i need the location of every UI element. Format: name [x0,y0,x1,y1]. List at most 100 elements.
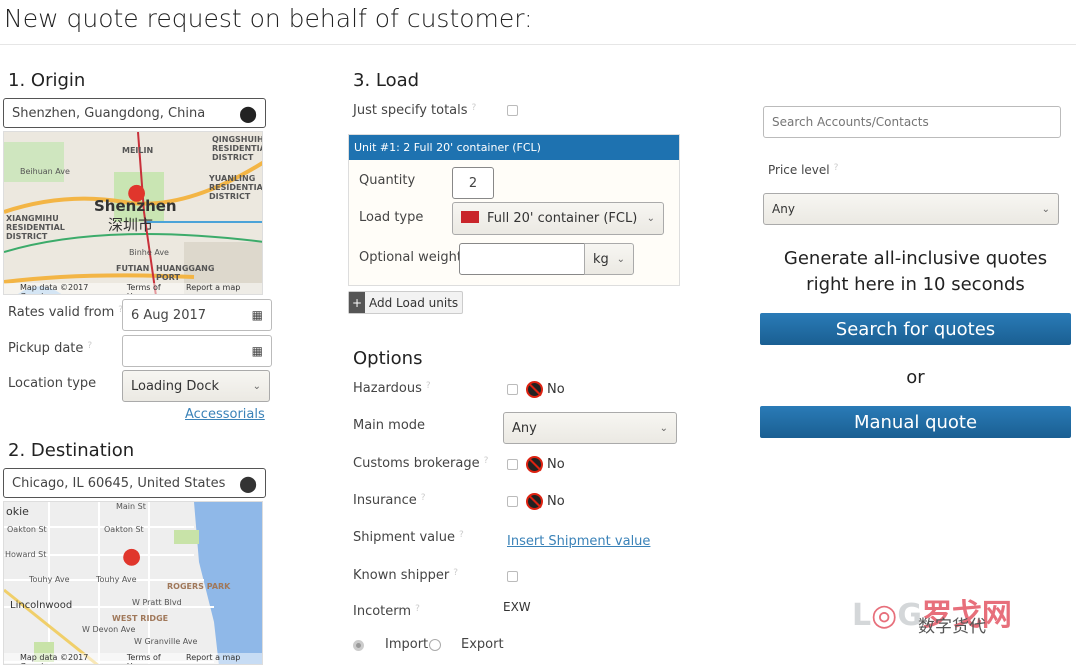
map-label: W Devon Ave [82,625,136,634]
rates-valid-from-input[interactable]: 6 Aug 2017 ▦ [122,299,272,331]
insert-shipment-value-link[interactable]: Insert Shipment value [507,534,650,549]
destination-heading: 2. Destination [8,440,135,461]
help-icon: ? [87,341,93,351]
rates-valid-label: Rates valid from? [8,305,124,320]
just-specify-totals-label: Just specify totals? [353,103,477,118]
load-unit-panel: Unit #1: 2 Full 20' container (FCL) Quan… [348,134,680,286]
price-level-select[interactable]: Any ⌄ [763,193,1059,225]
hazardous-label: Hazardous? [353,381,431,396]
search-accounts-input[interactable] [763,106,1061,138]
load-type-label: Load type [359,210,424,225]
incoterm-value: EXW [503,600,531,614]
destination-address-input[interactable]: Chicago, IL 60645, United States ⬤ [3,468,266,498]
unit-header[interactable]: Unit #1: 2 Full 20' container (FCL) [349,135,679,160]
divider [0,44,1076,45]
map-label: HUANGGANG PORT [156,264,215,282]
map-label: ROGERS PARK [167,582,231,591]
hazardous-checkbox[interactable] [507,384,518,395]
main-mode-select[interactable]: Any ⌄ [503,412,677,444]
page-title: New quote request on behalf of customer: [4,4,533,33]
manual-quote-button[interactable]: Manual quote [760,406,1071,438]
chevron-down-icon: ⌄ [646,213,655,224]
main-mode-label: Main mode [353,418,426,433]
map-label: Beihuan Ave [20,167,70,176]
map-pin-icon[interactable]: ⬤ [239,474,257,493]
pickup-date-label: Pickup date? [8,341,93,356]
insurance-label: Insurance? [353,493,426,508]
shipment-value-label: Shipment value? [353,530,464,545]
price-level-label: Price level? [768,163,839,177]
map-label: Touhy Ave [29,575,70,584]
weight-input[interactable] [459,243,585,275]
map-label: Lincolnwood [10,600,73,611]
container-icon [461,211,479,223]
incoterm-label: Incoterm? [353,604,420,619]
map-label: Howard St [5,550,47,559]
location-type-select[interactable]: Loading Dock ⌄ [122,370,270,402]
origin-heading: 1. Origin [8,70,86,91]
location-type-label: Location type [8,376,97,391]
map-label: MEILIN [122,146,154,155]
calendar-icon[interactable]: ▦ [252,308,263,322]
origin-map[interactable]: QINGSHUIHE RESIDENTIAL DISTRICT MEILIN B… [3,131,263,295]
export-radio[interactable] [429,639,441,651]
destination-map[interactable]: okie Main St Oakton St Oakton St Howard … [3,501,263,665]
plus-icon: + [349,292,365,313]
origin-address-value: Shenzhen, Guangdong, China [12,105,206,121]
quantity-label: Quantity [359,173,416,188]
map-data-text: Map data ©2017 Google [20,283,89,294]
map-footer: Map data ©2017 Google Terms of Use Repor… [4,653,262,664]
customs-checkbox[interactable] [507,459,518,470]
or-text: or [906,367,925,388]
weight-label: Optional weight [359,250,462,265]
pickup-date-input[interactable]: ▦ [122,335,272,367]
map-marker-icon: ● [127,180,147,205]
terms-link[interactable]: Terms of Use [127,283,178,294]
help-icon: ? [471,103,477,113]
map-label: 深圳市 [108,216,154,234]
search-for-quotes-button[interactable]: Search for quotes [760,313,1071,345]
map-label: Binhe Ave [129,248,169,257]
map-label: YUANLING RESIDENTIAL DISTRICT [209,174,263,201]
report-error-link[interactable]: Report a map error [186,283,262,294]
watermark-caption: 数字货代 [918,617,986,637]
calendar-icon[interactable]: ▦ [252,344,263,358]
map-pin-icon[interactable]: ⬤ [239,104,257,123]
terms-link[interactable]: Terms of Use [127,653,178,664]
no-customs-icon [526,456,543,473]
map-label: Oakton St [104,525,144,534]
map-label: WEST RIDGE [112,614,169,623]
promo-text: Generate all-inclusive quotes right here… [783,248,1048,295]
map-label: FUTIAN [116,264,150,273]
just-specify-totals-checkbox[interactable] [507,105,518,116]
accessorials-link[interactable]: Accessorials [185,407,265,422]
insurance-status: No [526,493,565,510]
quantity-input[interactable]: 2 [452,167,494,199]
no-insurance-icon [526,493,543,510]
map-label: QINGSHUIHE RESIDENTIAL DISTRICT [212,135,262,162]
known-shipper-checkbox[interactable] [507,571,518,582]
map-label: Main St [116,502,146,511]
map-label: W Pratt Blvd [132,598,182,607]
chevron-down-icon: ⌄ [252,380,261,392]
origin-address-input[interactable]: Shenzhen, Guangdong, China ⬤ [3,98,266,128]
customs-status: No [526,456,565,473]
map-label: XIANGMIHU RESIDENTIAL DISTRICT [6,214,65,241]
map-label: okie [6,505,29,518]
hazardous-status: No [526,381,565,398]
import-radio[interactable] [353,640,364,651]
load-type-select[interactable]: Full 20' container (FCL) ⌄ [452,202,664,235]
map-label: Oakton St [7,525,47,534]
export-label: Export [461,637,504,652]
map-footer: Map data ©2017 Google Terms of Use Repor… [4,283,262,294]
report-error-link[interactable]: Report a map error [186,653,262,664]
options-heading: Options [353,348,423,369]
known-shipper-label: Known shipper? [353,568,458,583]
weight-unit-select[interactable]: kg ⌄ [584,243,634,275]
map-data-text: Map data ©2017 Google [20,653,89,664]
import-label: Import [385,637,429,652]
customs-label: Customs brokerage? [353,456,489,471]
add-load-units-button[interactable]: + Add Load units [348,291,464,314]
load-heading: 3. Load [353,70,420,91]
insurance-checkbox[interactable] [507,496,518,507]
